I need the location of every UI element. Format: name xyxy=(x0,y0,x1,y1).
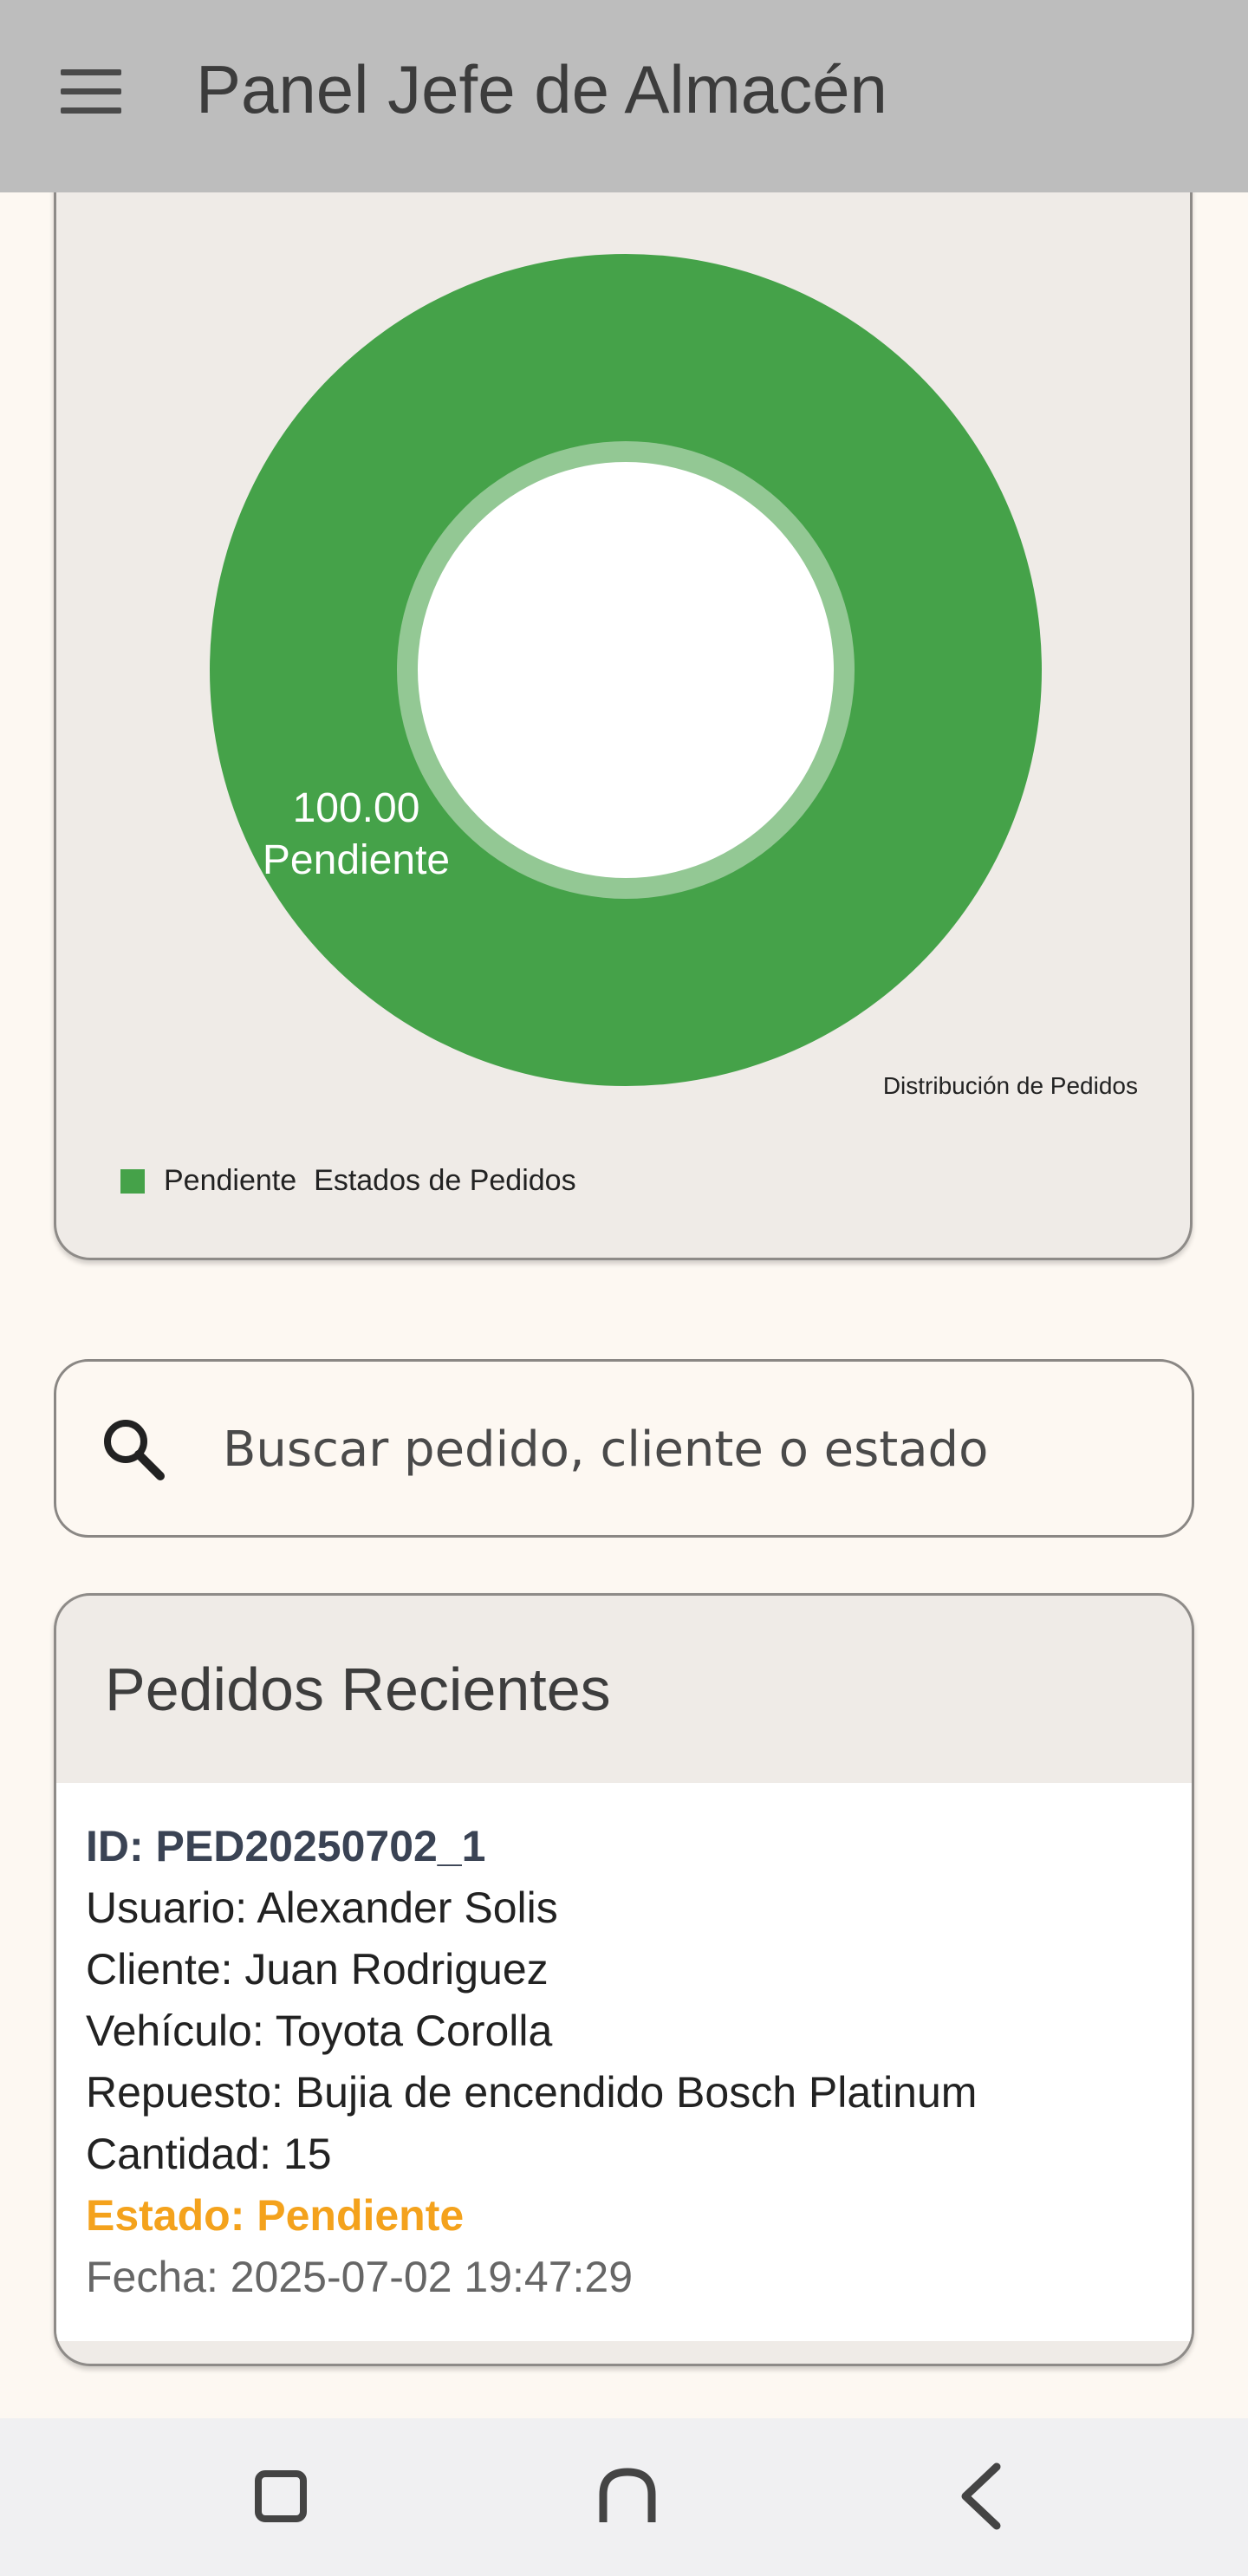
search-input[interactable] xyxy=(221,1396,1160,1502)
back-icon[interactable] xyxy=(938,2453,1024,2540)
order-list-item[interactable]: ID: PED20250702_1 Usuario: Alexander Sol… xyxy=(56,1783,1192,2341)
order-vehicle: Vehículo: Toyota Corolla xyxy=(86,2007,553,2055)
square-icon[interactable] xyxy=(237,2453,324,2540)
chart-card: 100.00 Pendiente Distribución de Pedidos… xyxy=(54,139,1193,1260)
search-box[interactable] xyxy=(54,1359,1194,1538)
order-part: Repuesto: Bujia de encendido Bosch Plati… xyxy=(86,2068,978,2117)
search-icon xyxy=(104,1420,165,1480)
chart-hole xyxy=(418,462,834,878)
chart-legend: Pendiente Estados de Pedidos xyxy=(120,1164,576,1198)
orders-card: Pedidos Recientes ID: PED20250702_1 Usua… xyxy=(54,1593,1194,2366)
slice-label-value: 100.00 xyxy=(293,785,420,831)
slice-label-name: Pendiente xyxy=(263,837,450,883)
order-date: Fecha: 2025-07-02 19:47:29 xyxy=(86,2253,634,2301)
app-bar: Panel Jefe de Almacén xyxy=(0,0,1248,192)
legend-swatch-pendiente xyxy=(120,1168,145,1194)
menu-icon[interactable] xyxy=(61,69,121,114)
system-nav-bar xyxy=(0,2418,1248,2576)
order-quantity: Cantidad: 15 xyxy=(86,2130,332,2178)
order-id: ID: PED20250702_1 xyxy=(86,1822,486,1870)
order-status: Estado: Pendiente xyxy=(86,2191,465,2240)
order-user: Usuario: Alexander Solis xyxy=(86,1883,558,1932)
chart-caption: Distribución de Pedidos xyxy=(882,1072,1138,1099)
legend-item-pendiente[interactable]: Pendiente xyxy=(164,1164,296,1198)
legend-title: Estados de Pedidos xyxy=(314,1164,576,1197)
home-icon[interactable] xyxy=(584,2453,671,2540)
orders-section-title: Pedidos Recientes xyxy=(105,1656,611,1723)
order-client: Cliente: Juan Rodriguez xyxy=(86,1945,549,1994)
page-title: Panel Jefe de Almacén xyxy=(196,51,887,127)
